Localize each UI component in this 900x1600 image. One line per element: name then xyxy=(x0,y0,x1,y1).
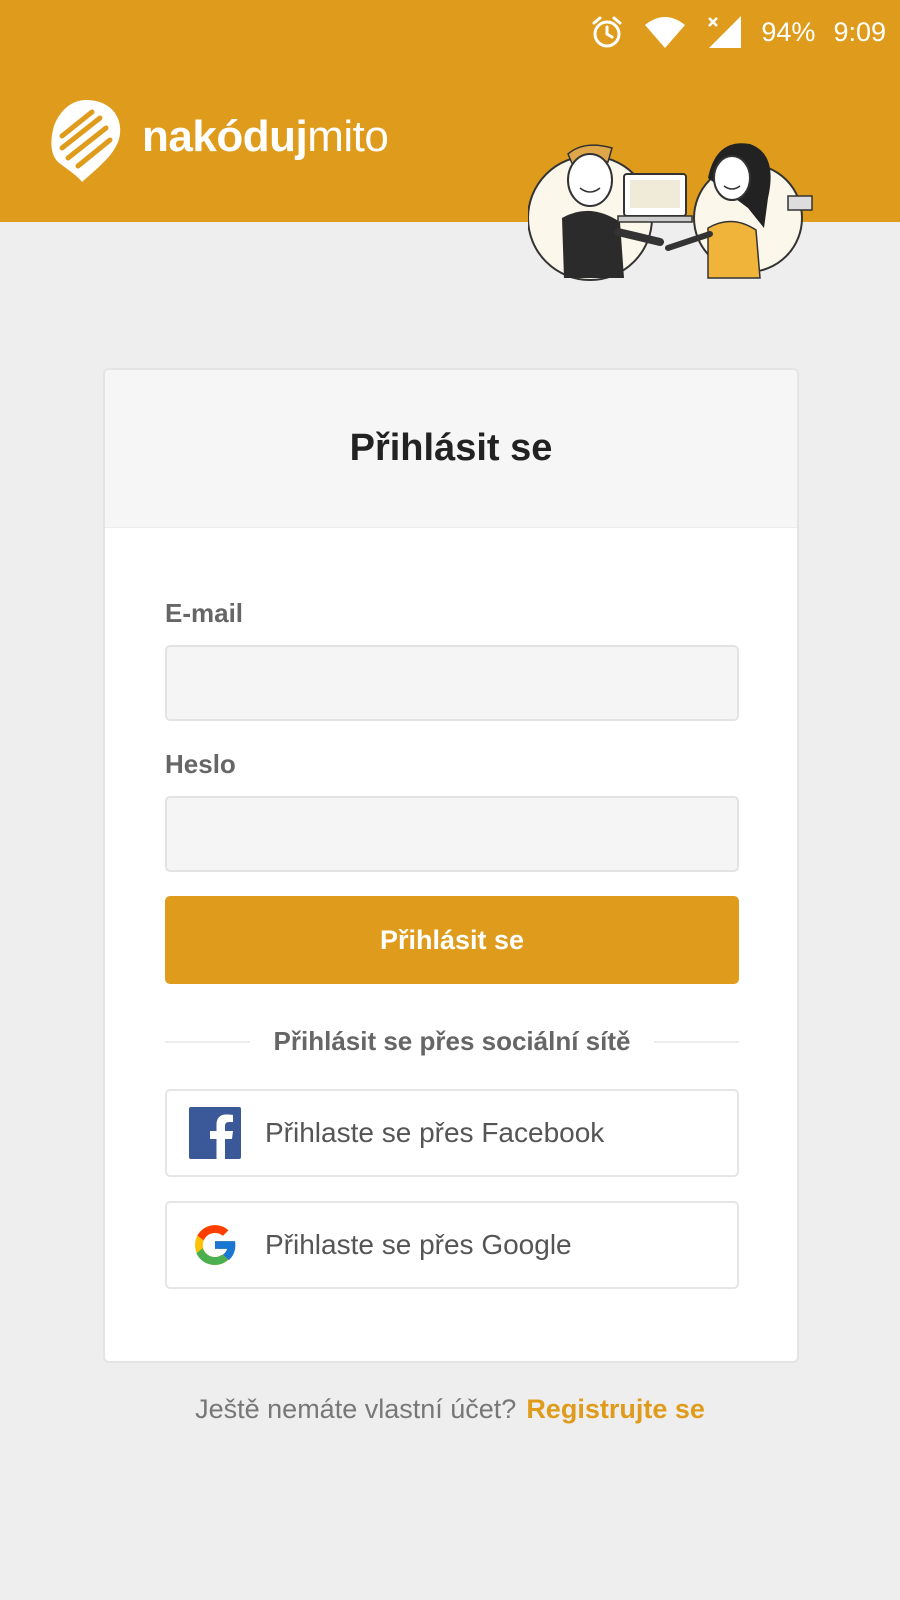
email-input[interactable] xyxy=(165,645,739,721)
battery-level: 94% xyxy=(761,16,816,47)
login-title: Přihlásit se xyxy=(349,427,553,469)
brand-name-bold: nakóduj xyxy=(142,112,308,161)
register-question: Ještě nemáte vlastní účet? xyxy=(195,1394,517,1424)
password-input[interactable] xyxy=(165,796,739,872)
cell-signal-icon xyxy=(705,14,743,50)
status-bar: 94% 9:09 xyxy=(589,10,886,54)
login-form: E-mail Heslo Přihlásit se Přihlásit se p… xyxy=(105,598,797,1289)
divider-line-right xyxy=(654,1040,740,1043)
app-header: 94% 9:09 nakódujmito xyxy=(0,0,900,281)
google-icon xyxy=(195,1225,237,1265)
header-illustration xyxy=(528,143,813,281)
google-login-button[interactable]: Přihlaste se přes Google xyxy=(165,1201,739,1289)
logo-hand-icon xyxy=(51,100,121,182)
alarm-icon xyxy=(589,14,625,50)
clock: 9:09 xyxy=(833,16,886,47)
facebook-icon xyxy=(189,1107,241,1159)
register-prompt: Ještě nemáte vlastní účet? Registrujte se xyxy=(0,1394,900,1425)
password-label: Heslo xyxy=(165,749,236,779)
brand-name: nakódujmito xyxy=(142,112,389,162)
facebook-login-label: Přihlaste se přes Facebook xyxy=(265,1117,605,1148)
login-button[interactable]: Přihlásit se xyxy=(165,896,739,984)
facebook-login-button[interactable]: Přihlaste se přes Facebook xyxy=(165,1089,739,1177)
divider-line-left xyxy=(165,1040,250,1043)
email-label: E-mail xyxy=(165,598,244,628)
social-divider: Přihlásit se přes sociální sítě xyxy=(165,1026,740,1057)
google-login-label: Přihlaste se přes Google xyxy=(265,1229,572,1260)
brand-name-light: mito xyxy=(307,112,389,161)
register-link[interactable]: Registrujte se xyxy=(526,1394,705,1424)
login-card: Přihlásit se E-mail Heslo Přihlásit se P… xyxy=(103,368,799,1363)
social-divider-text: Přihlásit se přes sociální sítě xyxy=(273,1026,631,1056)
brand-logo[interactable]: nakódujmito xyxy=(48,96,389,186)
wifi-icon xyxy=(643,15,687,49)
login-card-header: Přihlásit se xyxy=(105,370,797,528)
